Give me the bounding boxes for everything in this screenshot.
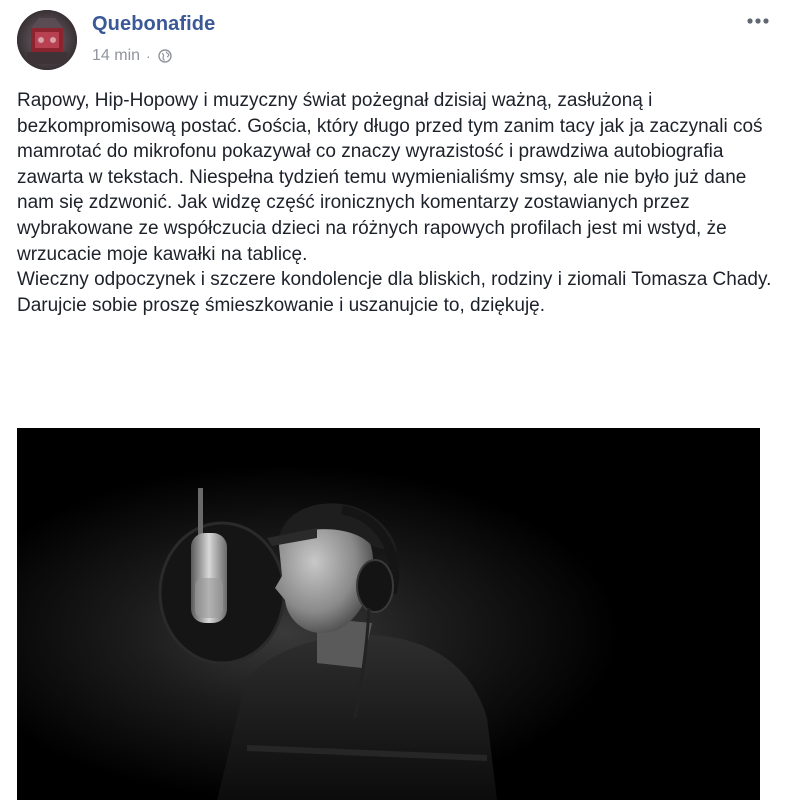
author-name-link[interactable]: Quebonafide [92,13,215,36]
post-body: Rapowy, Hip-Hopowy i muzyczny świat poże… [17,88,777,318]
photo-image [17,428,760,800]
avatar-image [17,10,77,70]
post-meta: 14 min · [92,47,172,65]
post-timestamp[interactable]: 14 min [92,47,140,65]
post-paragraph: Wieczny odpoczynek i szczere kondolencje… [17,269,772,291]
more-options-icon[interactable] [740,13,776,33]
post-paragraph: Rapowy, Hip-Hopowy i muzyczny świat poże… [17,90,763,265]
globe-icon[interactable] [158,49,172,63]
author-avatar[interactable] [17,10,77,70]
meta-separator: · [146,48,151,64]
post-paragraph: Darujcie sobie proszę śmieszkowanie i us… [17,294,546,316]
post-photo[interactable] [17,428,760,800]
facebook-post: Quebonafide 14 min · Rapowy, Hip-Hopowy … [0,0,788,800]
